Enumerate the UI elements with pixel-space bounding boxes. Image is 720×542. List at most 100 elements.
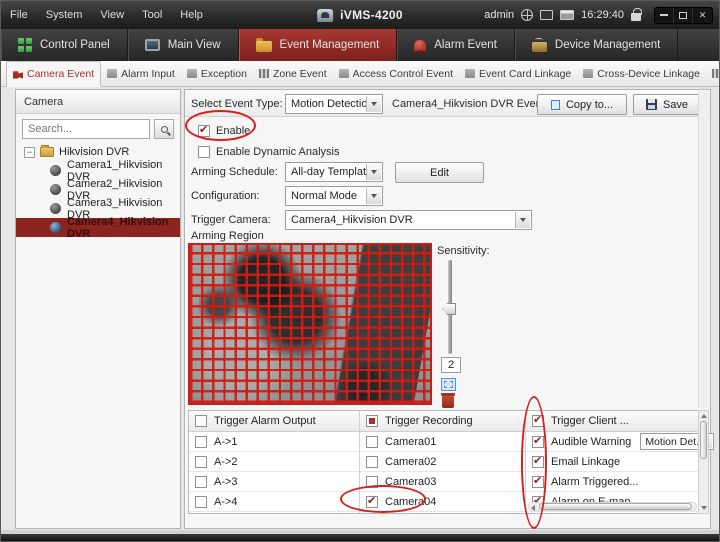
menu-system[interactable]: System: [37, 1, 92, 29]
enable-dynamic-analysis-checkbox[interactable]: [198, 146, 210, 158]
trigger-camera-select[interactable]: Camera4_Hikvision DVR: [285, 210, 532, 230]
table-row[interactable]: Camera03: [360, 472, 525, 492]
trigger-alarm-output-header-checkbox[interactable]: [195, 415, 207, 427]
row-checkbox[interactable]: [195, 496, 207, 508]
vertical-scrollbar[interactable]: [698, 410, 709, 514]
row-checkbox[interactable]: [366, 436, 378, 448]
table-row[interactable]: A->2: [189, 452, 359, 472]
screen-status-icon[interactable]: [540, 10, 553, 20]
menu-file[interactable]: File: [1, 1, 37, 29]
scroll-down-icon[interactable]: [701, 506, 707, 510]
access-control-event-icon: [339, 69, 349, 78]
table-row-email-linkage[interactable]: Email Linkage: [526, 452, 699, 472]
table-row[interactable]: A->3: [189, 472, 359, 492]
horizontal-scrollbar-thumb[interactable]: [539, 503, 692, 510]
edit-button[interactable]: Edit: [395, 162, 484, 183]
search-icon: [161, 126, 168, 133]
event-tab-bar: Camera Event Alarm Input Exception Zone …: [1, 61, 719, 87]
nav-alarm-event[interactable]: Alarm Event: [397, 29, 515, 61]
tree-node-camera4[interactable]: Camera4_Hikvision DVR: [16, 218, 180, 237]
row-checkbox[interactable]: [366, 476, 378, 488]
enable-checkbox[interactable]: [198, 125, 210, 137]
configuration-select[interactable]: Normal Mode: [285, 186, 383, 206]
menu-bar: File System View Tool Help: [1, 1, 212, 29]
table-row[interactable]: Camera02: [360, 452, 525, 472]
table-row-camera04[interactable]: Camera04: [360, 492, 525, 512]
table-row-alarm-triggered[interactable]: Alarm Triggered...: [526, 472, 699, 492]
tab-access-control-event[interactable]: Access Control Event: [333, 61, 459, 86]
arming-region-label: Arming Region: [191, 230, 264, 242]
event-type-select[interactable]: Motion Detection: [285, 94, 383, 114]
scroll-up-icon[interactable]: [701, 414, 707, 418]
tab-event-card-linkage[interactable]: Event Card Linkage: [459, 61, 577, 86]
device-management-icon: [532, 42, 547, 52]
row-checkbox[interactable]: [366, 456, 378, 468]
content-area: Camera − Hikvision DVR Camera1_Hikvision…: [1, 87, 719, 532]
search-button[interactable]: [154, 119, 174, 139]
trigger-recording-header-checkbox[interactable]: [366, 415, 378, 427]
menu-view[interactable]: View: [91, 1, 133, 29]
tab-camera-event[interactable]: Camera Event: [6, 61, 101, 87]
menu-help[interactable]: Help: [171, 1, 212, 29]
collapse-icon[interactable]: −: [24, 147, 35, 158]
menu-tool[interactable]: Tool: [133, 1, 171, 29]
panel-scrollbar-track[interactable]: [698, 91, 709, 408]
clear-region-icon[interactable]: [442, 396, 454, 408]
row-checkbox[interactable]: [195, 456, 207, 468]
row-checkbox[interactable]: [195, 436, 207, 448]
sensitivity-slider-handle[interactable]: [442, 303, 456, 315]
row-label: Alarm Triggered...: [551, 476, 638, 488]
nav-main-view[interactable]: Main View: [128, 29, 239, 61]
trigger-client-column: Trigger Client ... Audible Warning Motio…: [526, 411, 699, 513]
row-checkbox[interactable]: [532, 476, 544, 488]
row-label: Camera03: [385, 476, 436, 488]
tab-alarm-input[interactable]: Alarm Input: [101, 61, 181, 86]
scroll-left-icon[interactable]: [531, 505, 535, 511]
search-input[interactable]: [22, 119, 150, 139]
camera04-checkbox[interactable]: [366, 496, 378, 508]
network-status-icon[interactable]: [521, 9, 533, 21]
save-button[interactable]: Save: [633, 94, 701, 115]
event-management-icon: [256, 41, 272, 52]
memory-status-icon[interactable]: [560, 10, 574, 20]
window-controls: ✕: [654, 7, 713, 24]
row-checkbox[interactable]: [195, 476, 207, 488]
arming-region-grid[interactable]: [188, 243, 432, 405]
select-all-region-icon[interactable]: [441, 378, 456, 391]
maximize-icon: [679, 12, 687, 19]
tab-cross-device-linkage[interactable]: Cross-Device Linkage: [577, 61, 706, 86]
table-row[interactable]: Camera01: [360, 432, 525, 452]
tab-label: Camera Event: [27, 68, 94, 80]
nav-event-management[interactable]: Event Management: [239, 29, 398, 61]
chevron-down-icon[interactable]: [515, 212, 530, 228]
table-row[interactable]: A->1: [189, 432, 359, 452]
vertical-scrollbar-thumb[interactable]: [700, 421, 707, 459]
chevron-down-icon[interactable]: [366, 188, 381, 204]
chevron-down-icon[interactable]: [366, 164, 381, 180]
tab-zone-event[interactable]: Zone Event: [253, 61, 333, 86]
minimize-button[interactable]: [655, 8, 674, 23]
horizontal-scrollbar[interactable]: [528, 502, 697, 511]
nav-control-panel[interactable]: Control Panel: [1, 29, 128, 61]
chevron-down-icon[interactable]: [366, 96, 381, 112]
row-checkbox[interactable]: [532, 456, 544, 468]
zone-event-icon: [259, 69, 269, 78]
nav-device-management[interactable]: Device Management: [515, 29, 678, 61]
row-checkbox[interactable]: [532, 436, 544, 448]
tab-exception[interactable]: Exception: [181, 61, 253, 86]
nav-label: Control Panel: [40, 39, 110, 51]
lock-icon[interactable]: [631, 13, 641, 21]
trigger-client-header-checkbox[interactable]: [532, 415, 544, 427]
table-row[interactable]: A->4: [189, 492, 359, 512]
copy-to-button[interactable]: Copy to...: [537, 94, 627, 115]
arming-schedule-select[interactable]: All-day Template: [285, 162, 383, 182]
nav-label: Event Management: [280, 39, 380, 51]
close-button[interactable]: ✕: [693, 8, 712, 23]
table-row-audible-warning[interactable]: Audible Warning Motion Det...: [526, 432, 699, 452]
camera-sidebar: Camera − Hikvision DVR Camera1_Hikvision…: [15, 89, 181, 529]
sensitivity-value-field[interactable]: 2: [441, 357, 461, 373]
tab-pyronix-control-panel-event[interactable]: Pyronix Control Panel Event: [706, 61, 720, 86]
maximize-button[interactable]: [674, 8, 693, 23]
enable-dynamic-analysis-label: Enable Dynamic Analysis: [216, 146, 340, 158]
column-header: Trigger Recording: [360, 411, 525, 432]
